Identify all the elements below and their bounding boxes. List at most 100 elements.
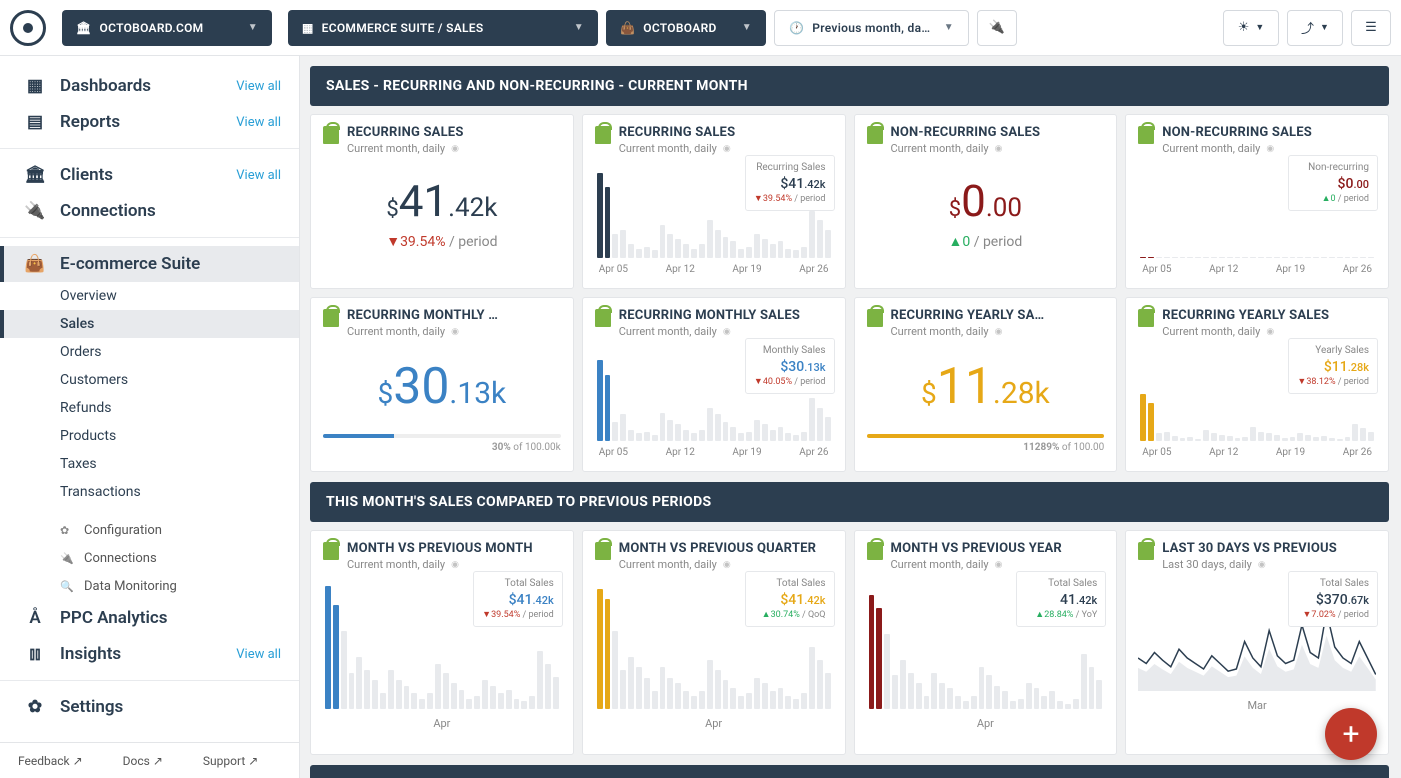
view-all-link[interactable]: View all xyxy=(236,647,281,662)
daterange-label: Previous month, da… xyxy=(812,21,930,35)
card-month-vs-prev-year[interactable]: MONTH VS PREVIOUS YEAR Current month, dai… xyxy=(854,530,1118,755)
feedback-link[interactable]: Feedback ↗ xyxy=(18,754,83,768)
view-all-link[interactable]: View all xyxy=(236,168,281,183)
card-subtitle: Current month, daily xyxy=(891,558,1105,571)
nav-label: Insights xyxy=(60,644,121,664)
org-dropdown[interactable]: 🏛 OCTOBOARD.COM ▼ xyxy=(62,10,272,46)
card-title: RECURRING YEARLY SALES xyxy=(1162,308,1376,323)
kpi-value: $41.42k xyxy=(323,175,561,227)
nav-transactions[interactable]: Transactions xyxy=(0,478,299,506)
card-month-vs-prev-quarter[interactable]: MONTH VS PREVIOUS QUARTERCurrent month, … xyxy=(582,530,846,755)
plug-icon: 🔌 xyxy=(24,201,46,221)
kpi-value: $30.13k xyxy=(323,358,561,416)
plug-button[interactable]: 🔌 xyxy=(977,10,1017,46)
card-subtitle: Current month, daily xyxy=(347,558,561,571)
nav-overview[interactable]: Overview xyxy=(0,282,299,310)
nav-label: Reports xyxy=(60,112,120,132)
nav-taxes[interactable]: Taxes xyxy=(0,450,299,478)
card-title: RECURRING YEARLY SA… xyxy=(891,308,1105,323)
nav-clients[interactable]: 🏛ClientsView all xyxy=(0,157,299,193)
chevron-down-icon: ▼ xyxy=(574,22,584,33)
gear-icon: ✿ xyxy=(60,524,76,537)
chart-xlabel: Apr xyxy=(867,717,1105,730)
nav-configuration[interactable]: ✿Configuration xyxy=(0,516,299,544)
shopify-icon xyxy=(867,309,883,327)
sun-icon: ☀ xyxy=(1238,20,1250,35)
nav-customers[interactable]: Customers xyxy=(0,366,299,394)
shopify-icon xyxy=(867,126,883,144)
shopify-icon xyxy=(1138,126,1154,144)
chevron-down-icon: ▼ xyxy=(742,22,752,33)
card-nonrecurring-sales-kpi[interactable]: NON-RECURRING SALESCurrent month, daily … xyxy=(854,114,1118,289)
nav-ecommerce-suite[interactable]: 👜E-commerce Suite xyxy=(0,246,299,282)
nav-reports[interactable]: ▤ReportsView all xyxy=(0,104,299,140)
nav-refunds[interactable]: Refunds xyxy=(0,394,299,422)
brand-name: OCTOBOARD xyxy=(643,21,716,35)
chart-xaxis: Apr 05Apr 12Apr 19Apr 26 xyxy=(595,264,833,275)
card-yearly-sales-chart[interactable]: RECURRING YEARLY SALESCurrent month, dai… xyxy=(1125,297,1389,472)
card-nonrecurring-sales-chart[interactable]: NON-RECURRING SALESCurrent month, daily … xyxy=(1125,114,1389,289)
nav-connections[interactable]: 🔌 Connections xyxy=(0,193,299,229)
chevron-down-icon: ▼ xyxy=(248,22,258,33)
card-monthly-sales-chart[interactable]: RECURRING MONTHLY SALESCurrent month, da… xyxy=(582,297,846,472)
menu-button[interactable]: ☰ xyxy=(1351,10,1391,46)
nav-connections-sub[interactable]: 🔌Connections xyxy=(0,544,299,572)
card-recurring-sales-chart[interactable]: RECURRING SALESCurrent month, daily Recu… xyxy=(582,114,846,289)
view-all-link[interactable]: View all xyxy=(236,79,281,94)
progress-bar xyxy=(867,434,1105,438)
docs-link[interactable]: Docs ↗ xyxy=(123,754,163,768)
card-subtitle: Current month, daily xyxy=(347,325,561,338)
dashboard-icon: ▦ xyxy=(302,21,314,35)
chart-summary: Total Sales$41.42k▼39.54% / period xyxy=(473,571,563,627)
chevron-down-icon: ▼ xyxy=(944,22,954,33)
support-link[interactable]: Support ↗ xyxy=(203,754,258,768)
bank-icon: 🏛 xyxy=(76,21,92,35)
shopify-icon xyxy=(595,309,611,327)
progress-text: 11289% of 100.00 xyxy=(867,442,1105,453)
nav-label: PPC Analytics xyxy=(60,608,168,628)
card-month-vs-prev-month[interactable]: MONTH VS PREVIOUS MONTHCurrent month, da… xyxy=(310,530,574,755)
bars-icon: ⫾⫾ xyxy=(24,644,46,664)
progress-text: 30% of 100.00k xyxy=(323,442,561,453)
hamburger-icon: ☰ xyxy=(1365,20,1377,35)
sidebar-footer: Feedback ↗ Docs ↗ Support ↗ xyxy=(0,742,299,778)
chart-xlabel: Apr xyxy=(595,717,833,730)
plug-icon: 🔌 xyxy=(989,20,1005,35)
nav-insights[interactable]: ⫾⫾ Insights View all xyxy=(0,636,299,672)
card-subtitle: Current month, daily xyxy=(619,558,833,571)
nav-label: Dashboards xyxy=(60,76,151,96)
kpi-value: $0.00 xyxy=(867,175,1105,227)
main-content: SALES - RECURRING AND NON-RECURRING - CU… xyxy=(300,56,1401,778)
gear-icon: ✿ xyxy=(24,697,46,717)
nav-dashboards[interactable]: ▦DashboardsView all xyxy=(0,68,299,104)
bank-icon: 🏛 xyxy=(24,165,46,185)
shopify-icon xyxy=(1138,542,1154,560)
card-subtitle: Current month, daily xyxy=(347,142,561,155)
brand-dropdown[interactable]: 👜 OCTOBOARD ▼ xyxy=(606,10,766,46)
theme-dropdown[interactable]: ☀▼ xyxy=(1223,10,1279,46)
nav-data-monitoring[interactable]: 🔍Data Monitoring xyxy=(0,572,299,600)
daterange-dropdown[interactable]: 🕐 Previous month, da… ▼ xyxy=(774,10,969,46)
topbar: 🏛 OCTOBOARD.COM ▼ ▦ ECOMMERCE SUITE / SA… xyxy=(0,0,1401,56)
nav-products[interactable]: Products xyxy=(0,422,299,450)
suite-dropdown[interactable]: ▦ ECOMMERCE SUITE / SALES ▼ xyxy=(288,10,598,46)
add-button[interactable]: + xyxy=(1325,708,1377,760)
nav-orders[interactable]: Orders xyxy=(0,338,299,366)
card-yearly-sales-kpi[interactable]: RECURRING YEARLY SA…Current month, daily… xyxy=(854,297,1118,472)
chevron-down-icon: ▼ xyxy=(1320,22,1329,33)
share-dropdown[interactable]: ⤴▼ xyxy=(1287,10,1343,46)
card-recurring-sales-kpi[interactable]: RECURRING SALESCurrent month, daily $41.… xyxy=(310,114,574,289)
card-title: LAST 30 DAYS VS PREVIOUS xyxy=(1162,541,1376,556)
nav-settings[interactable]: ✿Settings xyxy=(0,689,299,725)
card-monthly-sales-kpi[interactable]: RECURRING MONTHLY …Current month, daily … xyxy=(310,297,574,472)
chart-xaxis: Apr 05Apr 12Apr 19Apr 26 xyxy=(1138,264,1376,275)
plus-icon: + xyxy=(1342,717,1359,752)
nav-sales[interactable]: Sales xyxy=(0,310,299,338)
card-title: NON-RECURRING SALES xyxy=(1162,125,1376,140)
card-title: MONTH VS PREVIOUS YEAR xyxy=(891,541,1105,556)
nav-label: Connections xyxy=(60,201,156,221)
chart-summary: Yearly Sales$11.28k▼38.12% / period xyxy=(1288,338,1378,394)
card-subtitle: Last 30 days, daily xyxy=(1162,558,1376,571)
nav-ppc-analytics[interactable]: ÅPPC Analytics xyxy=(0,600,299,636)
view-all-link[interactable]: View all xyxy=(236,115,281,130)
